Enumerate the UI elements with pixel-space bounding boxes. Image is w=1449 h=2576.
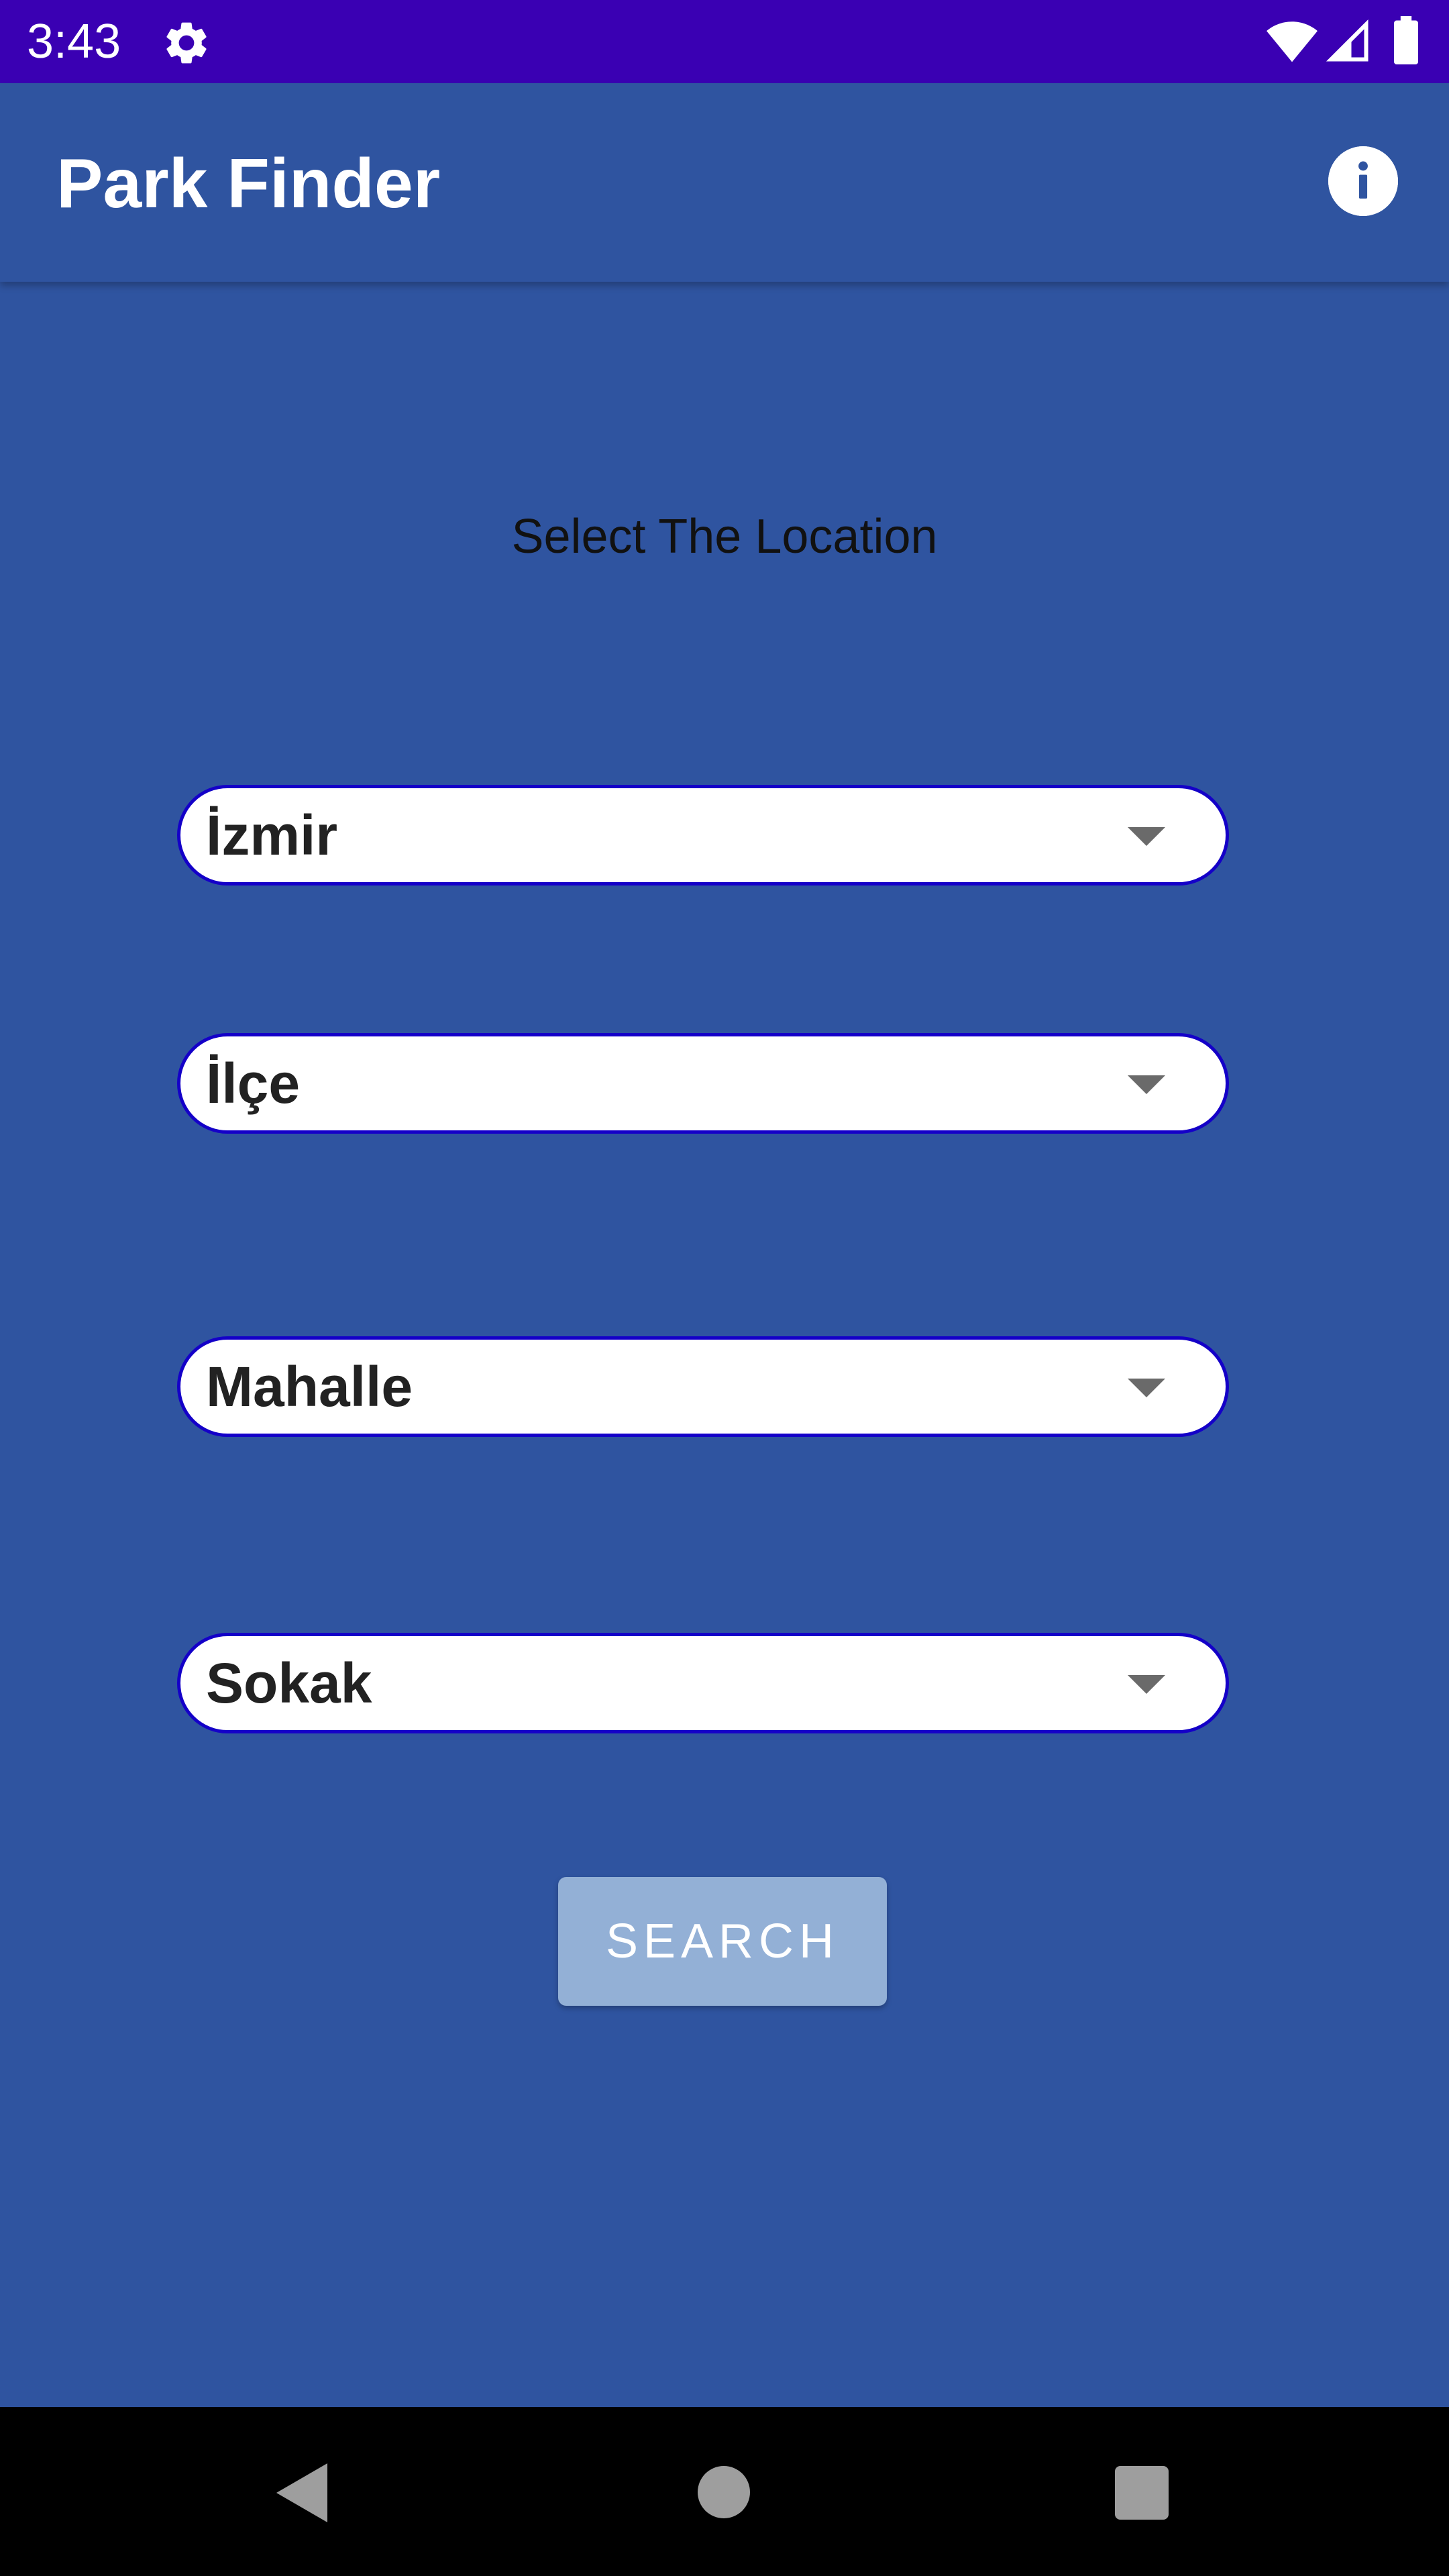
dropdown-arrow-icon <box>1128 1675 1165 1694</box>
info-button[interactable] <box>1328 146 1398 216</box>
cell-signal-icon <box>1326 19 1368 62</box>
battery-icon <box>1394 16 1418 64</box>
app-bar: Park Finder <box>0 83 1449 282</box>
wifi-icon <box>1267 21 1318 62</box>
gear-icon <box>166 22 207 64</box>
search-button[interactable]: SEARCH <box>558 1877 887 2006</box>
street-spinner-value: Sokak <box>206 1652 372 1715</box>
home-icon[interactable] <box>698 2466 750 2518</box>
street-spinner[interactable]: Sokak <box>177 1633 1229 1733</box>
recents-icon[interactable] <box>1115 2466 1169 2520</box>
dropdown-arrow-icon <box>1128 1075 1165 1094</box>
back-icon[interactable] <box>274 2461 330 2525</box>
district-spinner-value: İlçe <box>206 1052 301 1115</box>
city-spinner[interactable]: İzmir <box>177 785 1229 885</box>
dropdown-arrow-icon <box>1128 827 1165 846</box>
dropdown-arrow-icon <box>1128 1379 1165 1397</box>
district-spinner[interactable]: İlçe <box>177 1033 1229 1134</box>
location-heading: Select The Location <box>511 510 938 564</box>
screen: 3:43 Park Finder Select The Location İzm… <box>0 0 1449 2576</box>
info-icon <box>1328 146 1398 216</box>
status-time: 3:43 <box>27 15 121 68</box>
navigation-bar <box>0 2407 1449 2576</box>
neighborhood-spinner-value: Mahalle <box>206 1355 413 1418</box>
app-title: Park Finder <box>56 145 441 223</box>
city-spinner-value: İzmir <box>206 804 338 867</box>
neighborhood-spinner[interactable]: Mahalle <box>177 1336 1229 1437</box>
status-bar: 3:43 <box>0 0 1449 83</box>
